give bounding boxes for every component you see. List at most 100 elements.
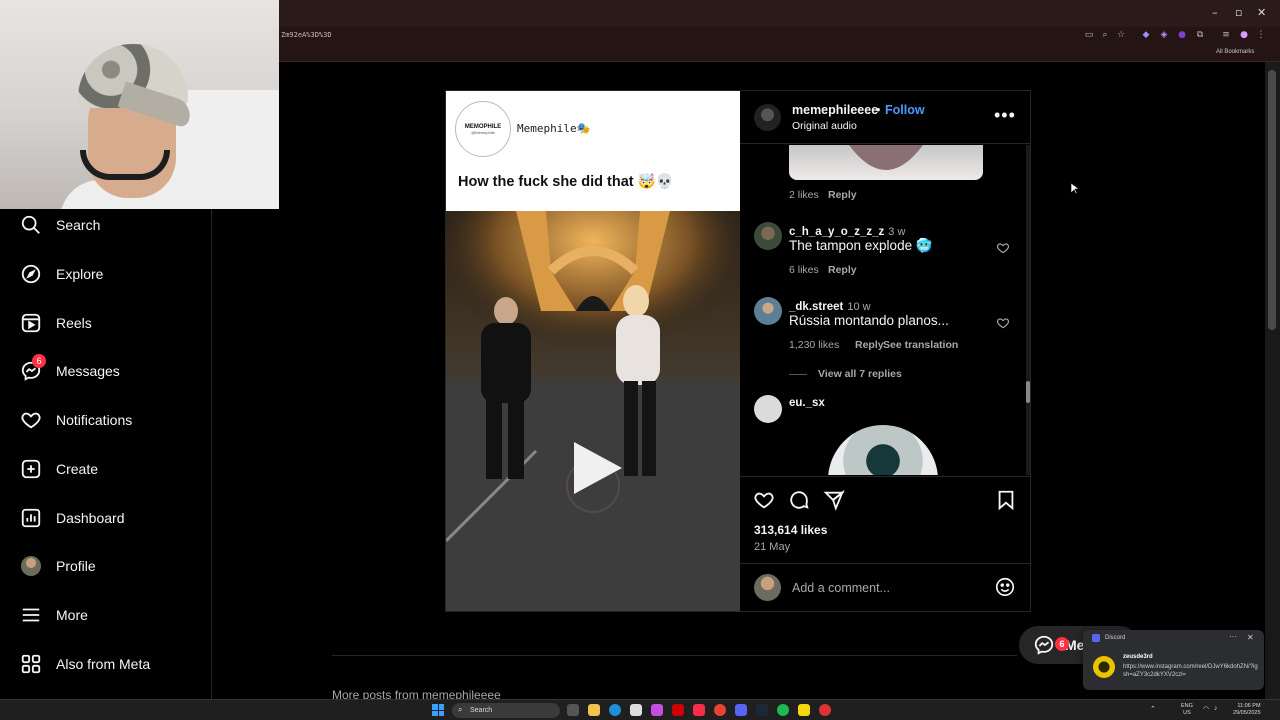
steam-icon[interactable] [756,704,768,716]
app-icon[interactable] [819,704,831,716]
comment-image[interactable] [828,425,938,475]
like-heart-icon[interactable] [753,489,775,516]
sender-avatar [1093,656,1115,678]
page-scrollbar-thumb[interactable] [1268,70,1276,330]
file-explorer-icon[interactable] [588,704,600,716]
profile-icon[interactable]: ● [1239,30,1249,40]
minimize-icon[interactable]: – [1212,6,1218,19]
comments-list[interactable]: 2 likes Reply c_h_a_y_o_z_z_z 3 w The tam… [740,145,1030,475]
view-replies-button[interactable]: View all 7 replies [818,368,902,380]
commenter-avatar[interactable] [754,222,782,250]
play-icon[interactable] [566,438,626,503]
author-avatar[interactable] [754,104,781,131]
meta-icon [20,653,42,675]
discord-icon[interactable] [735,704,747,716]
notification-options-icon[interactable]: ··· [1229,632,1237,641]
save-bookmark-icon[interactable] [995,489,1017,516]
comments-scrollbar[interactable] [1026,145,1030,475]
comment-likes[interactable]: 1,230 likes [789,339,839,351]
reply-button[interactable]: Reply [828,264,857,276]
commenter-avatar[interactable] [754,297,782,325]
extensions-puzzle-icon[interactable]: ⧉ [1195,30,1205,40]
close-window-icon[interactable]: ✕ [1257,6,1266,19]
sidebar-item-explore[interactable]: Explore [20,262,210,286]
sidebar-item-profile[interactable]: Profile [20,554,210,578]
sidebar-item-label: More [56,607,88,623]
app-icon[interactable] [672,704,684,716]
edge-icon[interactable] [609,704,621,716]
windows-start-icon[interactable] [432,704,444,716]
comments-scrollbar-thumb[interactable] [1026,381,1030,403]
sidebar-item-create[interactable]: Create [20,457,210,481]
whatsapp-icon[interactable] [777,704,789,716]
add-comment-input[interactable] [792,578,982,598]
music-icon[interactable] [693,704,705,716]
notification-close-icon[interactable]: ✕ [1247,633,1254,642]
wifi-icon[interactable]: ◠ [1203,705,1209,713]
clock[interactable]: 11:06 PM 29/05/2025 [1233,703,1261,717]
sidebar-item-dashboard[interactable]: Dashboard [20,506,210,530]
zoom-icon[interactable]: ⌕ [1100,30,1110,40]
comment-bubble-icon[interactable] [788,489,810,516]
commenter-avatar[interactable] [754,395,782,423]
content-divider [332,655,1017,656]
app-icon[interactable] [798,704,810,716]
app-icon[interactable] [651,704,663,716]
restore-icon[interactable]: ▫ [1235,6,1242,19]
sidebar-item-label: Messages [56,363,120,379]
extension-icon[interactable]: ◆ [1141,30,1151,40]
share-paper-plane-icon[interactable] [823,489,845,516]
post-media[interactable]: MEMOPHILE @Memephile Memephile🎭 How the … [446,91,740,611]
original-audio-link[interactable]: Original audio [792,120,857,132]
volume-tray-icon[interactable]: ♪ [1214,705,1218,712]
author-username[interactable]: memephileeee [792,103,878,117]
input-language[interactable]: ENG US [1181,703,1193,717]
discord-notification[interactable]: Discord ··· ✕ zeusde3rd https://www.inst… [1083,630,1264,690]
like-comment-heart-icon[interactable] [996,241,1010,260]
meme-logo: MEMOPHILE @Memephile [455,101,511,157]
likes-count[interactable]: 313,614 likes [754,523,827,537]
address-bar[interactable]: Zm92eA%3D%3D [281,31,332,39]
comment-likes[interactable]: 2 likes [789,189,819,201]
see-translation-button[interactable]: See translation [883,339,958,351]
comment-likes[interactable]: 6 likes [789,264,819,276]
tray-chevron-icon[interactable]: ⌃ [1150,705,1156,713]
discord-icon [1092,634,1100,642]
sidebar-item-more[interactable]: More [20,603,210,627]
browser-menu-icon[interactable]: ⋮ [1256,30,1266,40]
taskbar-search[interactable]: ⌕ Search [452,703,560,718]
sidebar-item-notifications[interactable]: Notifications [20,408,210,432]
reel-video[interactable] [446,211,740,611]
mouse-cursor-icon [1070,181,1080,199]
sidebar-item-also-from-meta[interactable]: Also from Meta [20,652,210,676]
language-code: ENG [1181,703,1193,709]
emoji-icon[interactable] [994,576,1016,603]
post-header: memephileeee • Follow Original audio ••• [740,91,1030,144]
store-icon[interactable] [630,704,642,716]
extension-icon[interactable]: ◈ [1159,30,1169,40]
sidebar-item-reels[interactable]: Reels [20,311,210,335]
reply-button[interactable]: Reply [828,189,857,201]
comment-username[interactable]: eu._sx [789,397,825,409]
sidebar-item-search[interactable]: Search [20,213,210,237]
extension-icon[interactable]: ● [1177,30,1187,40]
bookmark-star-icon[interactable]: ☆ [1116,30,1126,40]
plus-square-icon [20,458,42,480]
all-bookmarks-link[interactable]: All Bookmarks [1216,49,1254,55]
reply-button[interactable]: Reply [855,339,884,351]
cast-icon[interactable]: ▭ [1084,30,1094,40]
task-view-icon[interactable] [567,704,579,716]
sidebar-item-messages[interactable]: 6 Messages [20,354,210,383]
more-options-icon[interactable]: ••• [994,105,1016,126]
comment-username[interactable]: c_h_a_y_o_z_z_z [789,226,884,238]
comment-username[interactable]: _dk.street [789,301,843,313]
reading-list-icon[interactable]: ≡ [1221,30,1231,40]
dashboard-icon [20,507,42,529]
comment-image[interactable] [789,145,983,180]
follow-button[interactable]: Follow [885,103,925,117]
chrome-icon[interactable] [714,704,726,716]
sidebar-item-label: Notifications [56,412,133,428]
search-icon: ⌕ [458,705,463,714]
meme-logo-handle: @Memephile [471,129,495,135]
like-comment-heart-icon[interactable] [996,316,1010,335]
